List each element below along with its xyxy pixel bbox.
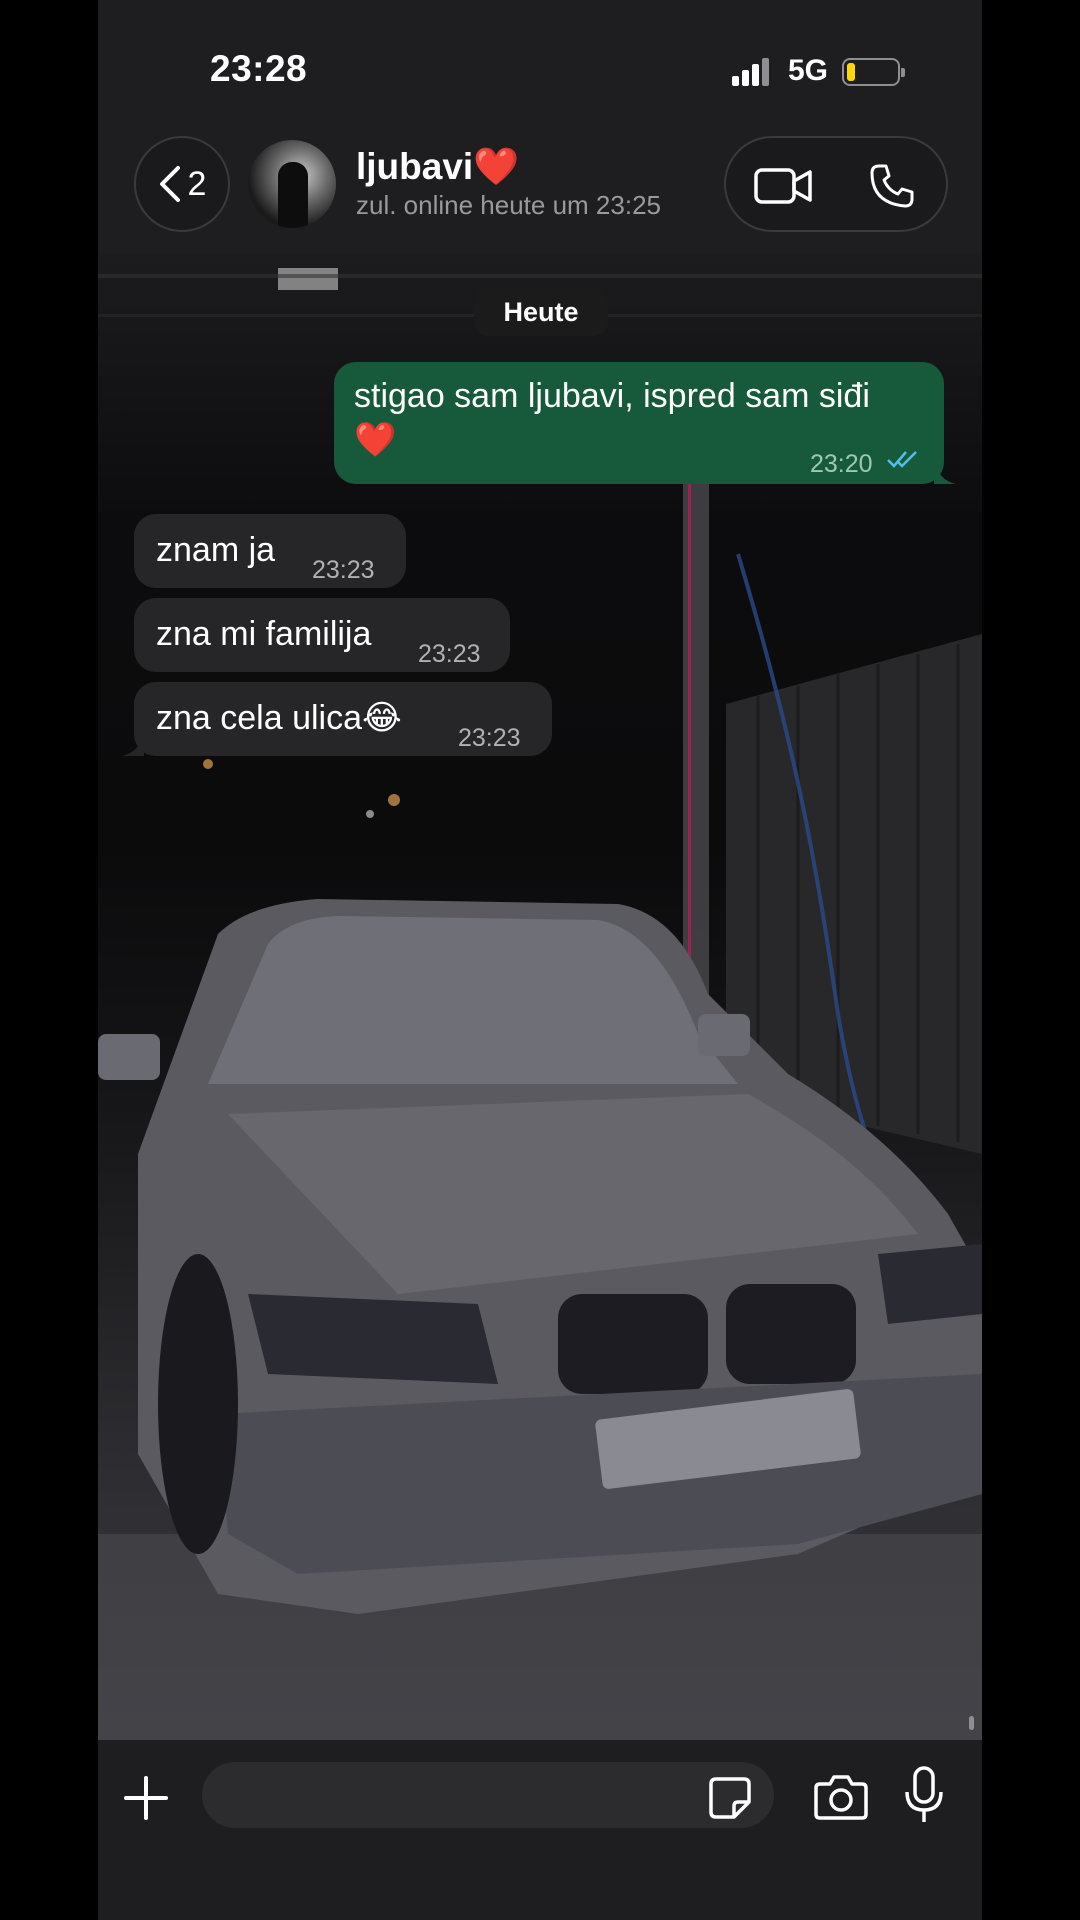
chat-header: 23:28 5G 2 ljubavi❤️ zul. online heute u… [98,0,982,254]
call-buttons [724,136,948,232]
cellular-signal-icon [732,58,772,86]
message-text: zna mi familija [156,615,372,653]
message-time: 23:23 [312,556,375,584]
back-button[interactable]: 2 [134,136,230,232]
battery-icon [842,58,905,86]
bubble-tail-incoming [122,732,144,756]
message-outgoing[interactable]: stigao sam ljubavi, ispred sam siđi ❤️ 2… [334,362,944,484]
unread-count: 2 [187,164,207,203]
scroll-indicator[interactable] [969,1716,974,1730]
last-seen-status: zul. online heute um 23:25 [356,190,661,220]
message-incoming[interactable]: znam ja 23:23 [134,514,406,588]
status-time: 23:28 [210,48,308,89]
message-text: znam ja [156,531,276,569]
home-indicator [410,1894,670,1902]
letterbox-right [982,0,1080,1920]
contact-avatar[interactable] [248,140,336,228]
input-bar [98,1740,982,1920]
message-time: 23:20 [810,450,873,478]
video-camera-icon [754,168,812,204]
sticker-icon[interactable] [708,1776,752,1820]
phone-icon [870,164,914,208]
contact-name[interactable]: ljubavi❤️ [356,146,519,189]
chat-wallpaper: Heute stigao sam ljubavi, ispred sam siđ… [98,254,982,1740]
message-time: 23:23 [458,724,521,752]
letterbox-left [0,0,98,1920]
message-incoming[interactable]: zna cela ulica😂 23:23 [134,682,552,756]
chevron-left-icon [159,166,180,202]
message-text: stigao sam ljubavi, ispred sam siđi [354,377,870,415]
microphone-icon[interactable] [904,1766,944,1824]
message-emoji: ❤️ [354,421,397,459]
chat-screen: Heute stigao sam ljubavi, ispred sam siđ… [98,0,982,1920]
message-incoming[interactable]: zna mi familija 23:23 [134,598,510,672]
message-input[interactable] [202,1762,774,1828]
network-type: 5G [788,54,829,87]
plus-icon[interactable] [122,1774,170,1822]
voice-call-button[interactable] [862,156,922,216]
camera-icon[interactable] [814,1772,868,1822]
video-call-button[interactable] [754,156,814,216]
date-separator: Heute [474,288,608,336]
message-text: zna cela ulica😂 [156,699,402,737]
message-time: 23:23 [418,640,481,668]
double-check-icon [887,451,917,468]
bubble-tail-outgoing [934,460,956,484]
